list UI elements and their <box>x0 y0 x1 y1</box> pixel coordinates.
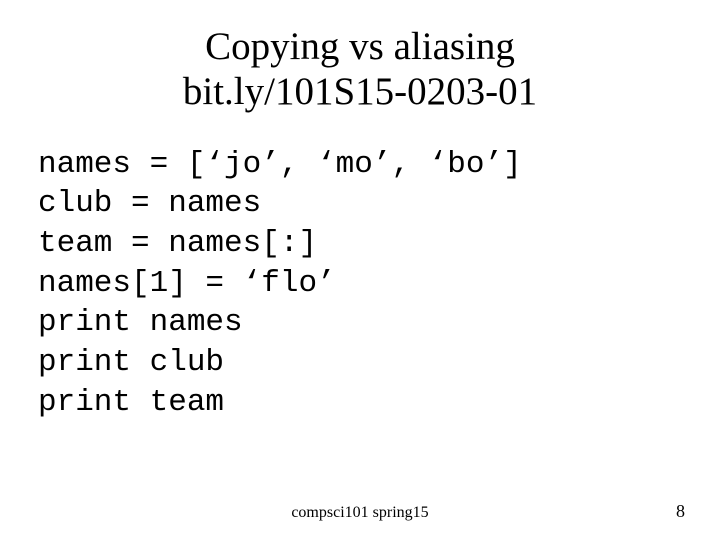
code-line-6: print club <box>38 343 690 383</box>
page-number: 8 <box>676 501 685 522</box>
code-line-5: print names <box>38 303 690 343</box>
slide: Copying vs aliasing bit.ly/101S15-0203-0… <box>0 0 720 540</box>
title-line-2: bit.ly/101S15-0203-01 <box>30 70 690 115</box>
code-line-7: print team <box>38 383 690 423</box>
footer-course-label: compsci101 spring15 <box>0 504 720 522</box>
code-line-2: club = names <box>38 184 690 224</box>
title-line-1: Copying vs aliasing <box>30 25 690 70</box>
code-line-4: names[1] = ‘flo’ <box>38 264 690 304</box>
code-line-1: names = [‘jo’, ‘mo’, ‘bo’] <box>38 145 690 185</box>
code-block: names = [‘jo’, ‘mo’, ‘bo’] club = names … <box>30 145 690 423</box>
code-line-3: team = names[:] <box>38 224 690 264</box>
slide-title: Copying vs aliasing bit.ly/101S15-0203-0… <box>30 25 690 115</box>
